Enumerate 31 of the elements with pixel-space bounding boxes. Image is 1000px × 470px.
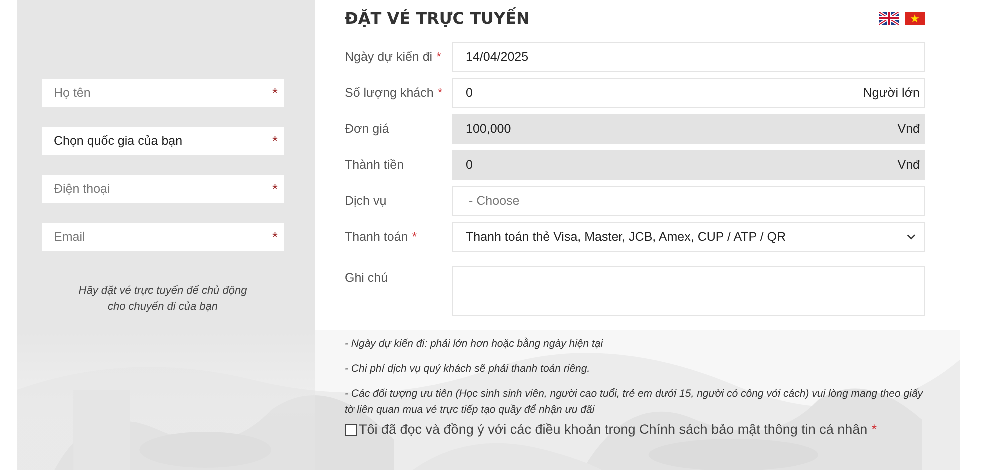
field-label: Thành tiền bbox=[345, 158, 404, 172]
input-field[interactable]: Điện thoại * bbox=[42, 175, 284, 203]
required-mark: * bbox=[438, 86, 443, 100]
required-mark: * bbox=[272, 229, 278, 245]
input-field[interactable]: 0 Người lớn bbox=[452, 78, 925, 108]
required-mark: * bbox=[272, 85, 278, 101]
readonly-field[interactable]: 100,000 Vnđ bbox=[452, 114, 925, 144]
payment-select[interactable]: Thanh toán thẻ Visa, Master, JCB, Amex, CUP / ATP / QR bbox=[452, 222, 925, 252]
field-label: Dịch vụ bbox=[345, 194, 387, 208]
note-text: - Ngày dự kiến đi: phải lớn hơn hoặc bằng ngày hiện tại bbox=[345, 336, 604, 352]
promo-text: Hãy đặt vé trực tuyến để chủ động cho chuyển đi của bạn bbox=[78, 284, 248, 315]
field-label: Ghi chú bbox=[345, 271, 388, 285]
country-select[interactable]: Chọn quốc gia của bạn * bbox=[42, 127, 284, 155]
field-label: Ngày dự kiến đi bbox=[345, 50, 433, 64]
input-field[interactable]: Email * bbox=[42, 223, 284, 251]
input-field[interactable]: 14/04/2025 bbox=[452, 42, 925, 72]
required-mark: * bbox=[872, 422, 877, 437]
readonly-field[interactable]: 0 Vnđ bbox=[452, 150, 925, 180]
input-field[interactable]: - Choose bbox=[452, 186, 925, 216]
required-mark: * bbox=[272, 133, 278, 149]
required-mark: * bbox=[436, 50, 442, 64]
required-mark: * bbox=[272, 181, 278, 197]
field-label: Số lượng khách bbox=[345, 86, 434, 100]
field-label: Đơn giá bbox=[345, 122, 390, 136]
field-label: Thanh toán bbox=[345, 230, 408, 244]
agreement-label[interactable]: Tôi đã đọc và đồng ý với các điều khoản trong Chính sách bảo mật thông tin cá nhân bbox=[359, 422, 868, 437]
note-text: - Chi phí dịch vụ quý khách sẽ phải thanh toán riêng. bbox=[345, 362, 592, 377]
form-title: ĐẶT VÉ TRỰC TUYẾN bbox=[345, 8, 530, 28]
note-text: - Các đối tượng ưu tiên (Học sinh sinh viên, người cao tuổi, trẻ em dưới 15, người có công với cách) vui lòng mang theo giấy tờ liên quan mua vé trực tiếp tạo quầy để nhận ưu đãi bbox=[345, 387, 924, 418]
required-mark: * bbox=[412, 230, 418, 244]
input-field[interactable]: Họ tên * bbox=[42, 79, 284, 107]
